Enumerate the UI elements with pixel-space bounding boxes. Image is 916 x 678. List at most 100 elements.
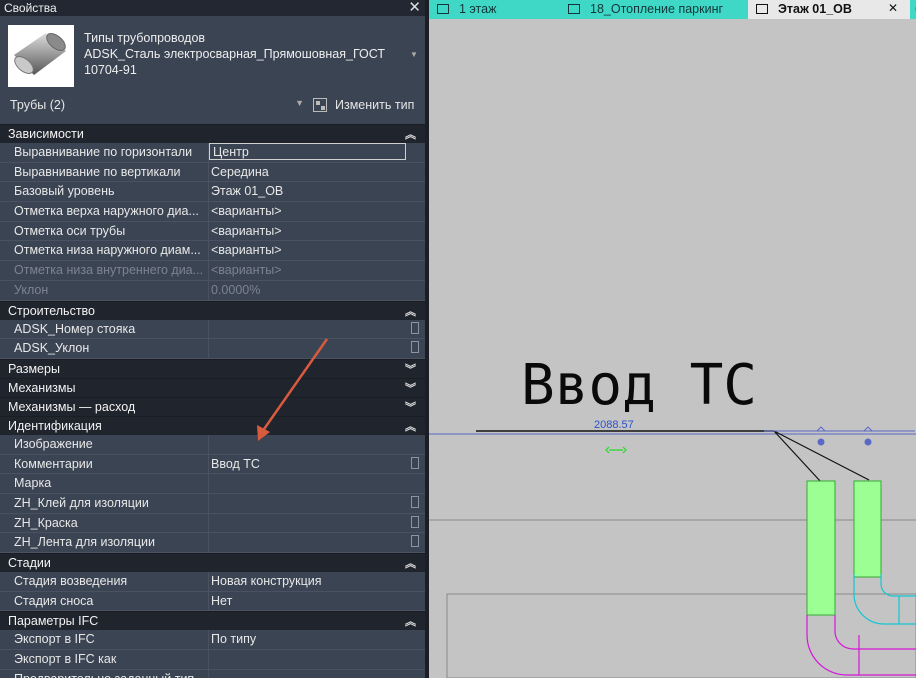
property-row[interactable]: Экспорт в IFC По типу: [0, 630, 425, 651]
section-title: Механизмы — расход: [8, 399, 136, 414]
section-header[interactable]: Параметры IFC ︽: [0, 611, 425, 631]
property-row[interactable]: Отметка низа наружного диам... <варианты>: [0, 241, 425, 262]
connector-icon[interactable]: [864, 438, 872, 446]
property-name: ZH_Лента для изоляции: [14, 535, 155, 550]
chevron-up-icon[interactable]: ︽: [405, 126, 416, 142]
chevron-down-icon[interactable]: ︾: [405, 399, 416, 415]
property-row[interactable]: Изображение: [0, 434, 425, 455]
section-header[interactable]: Механизмы — расход ︾: [0, 396, 425, 416]
annotation-text[interactable]: Ввод ТС: [521, 353, 757, 418]
property-row[interactable]: Отметка верха наружного диа... <варианты>: [0, 202, 425, 222]
property-name: Отметка низа наружного диам...: [14, 243, 201, 258]
property-value[interactable]: <варианты>: [211, 243, 401, 257]
property-row[interactable]: Комментарии Ввод ТС: [0, 454, 425, 475]
property-row[interactable]: ZH_Лента для изоляции: [0, 533, 425, 553]
chevron-up-icon[interactable]: ︽: [405, 303, 416, 319]
property-value[interactable]: <варианты>: [211, 204, 401, 218]
column-divider: [208, 241, 209, 261]
associate-parameter-button[interactable]: [411, 321, 419, 334]
property-value[interactable]: Ввод ТС: [211, 457, 401, 471]
section-header[interactable]: Идентификация ︽: [0, 415, 425, 435]
property-row[interactable]: ZH_Клей для изоляции: [0, 493, 425, 514]
associate-parameter-button[interactable]: [411, 495, 419, 508]
elevation-mark-icon: [816, 426, 873, 432]
instance-filter-dropdown[interactable]: Трубы (2) ▼: [6, 96, 306, 115]
edit-type-button[interactable]: Изменить тип: [313, 96, 421, 115]
associate-parameter-button[interactable]: [411, 341, 419, 354]
property-value[interactable]: По типу: [211, 632, 401, 646]
elbow-fitting[interactable]: [880, 574, 916, 624]
associate-parameter-button[interactable]: [411, 515, 419, 528]
dimension-text[interactable]: 2088.57: [594, 419, 634, 431]
section-header[interactable]: Зависимости ︽: [0, 124, 425, 143]
property-row[interactable]: Отметка оси трубы <варианты>: [0, 221, 425, 242]
property-row[interactable]: Марка: [0, 474, 425, 494]
property-row[interactable]: ADSK_Уклон: [0, 339, 425, 359]
property-row[interactable]: ADSK_Номер стояка: [0, 319, 425, 340]
property-row[interactable]: Экспорт в IFC как: [0, 650, 425, 670]
column-divider: [208, 650, 209, 669]
pipe-branch[interactable]: [773, 430, 822, 483]
property-value[interactable]: 0.0000%: [211, 283, 401, 297]
associate-parameter-button[interactable]: [411, 456, 419, 469]
view-tab[interactable]: 6: [910, 0, 916, 19]
property-value[interactable]: Середина: [211, 165, 401, 179]
connector-icon[interactable]: [817, 438, 825, 446]
flip-arrows-icon[interactable]: [605, 446, 627, 454]
property-value[interactable]: Нет: [211, 594, 401, 608]
chevron-down-icon[interactable]: ︾: [405, 361, 416, 377]
section-header[interactable]: Механизмы ︾: [0, 377, 425, 397]
close-tab-icon[interactable]: ✕: [888, 1, 898, 15]
drawing-canvas[interactable]: Ввод ТС 2088.57: [429, 19, 916, 678]
property-value[interactable]: Этаж 01_ОВ: [211, 184, 401, 198]
property-row[interactable]: Стадия возведения Новая конструкция: [0, 572, 425, 592]
chevron-down-icon: ▼: [295, 98, 304, 108]
property-value[interactable]: <варианты>: [211, 224, 401, 238]
chevron-down-icon[interactable]: ︾: [405, 380, 416, 396]
properties-grid: Зависимости ︽ Выравнивание по горизонтали Ц…: [0, 124, 425, 678]
property-row[interactable]: ZH_Краска: [0, 513, 425, 534]
properties-title: Свойства: [4, 1, 57, 15]
section-header[interactable]: Стадии ︽: [0, 553, 425, 572]
section-header[interactable]: Строительство ︽: [0, 300, 425, 320]
tab-label: 1 этаж: [459, 2, 497, 16]
wall-outline: [446, 593, 916, 678]
section-title: Размеры: [8, 361, 60, 376]
property-row[interactable]: Выравнивание по горизонтали Центр: [0, 143, 425, 163]
elbow-fitting[interactable]: [853, 574, 916, 625]
property-name: Базовый уровень: [14, 184, 115, 199]
chevron-up-icon[interactable]: ︽: [405, 555, 416, 571]
view-tab[interactable]: 1 этаж: [429, 0, 560, 19]
view-tab[interactable]: 18_Отопление паркинг: [560, 0, 748, 19]
associate-parameter-button[interactable]: [411, 535, 419, 548]
property-value[interactable]: Центр: [209, 143, 406, 160]
property-row[interactable]: Уклон 0.0000%: [0, 280, 425, 301]
edit-type-icon: [313, 98, 327, 112]
tab-label: 18_Отопление паркинг: [590, 2, 724, 16]
property-row[interactable]: Базовый уровень Этаж 01_ОВ: [0, 182, 425, 203]
property-name: ADSK_Уклон: [14, 341, 90, 356]
column-divider: [208, 261, 209, 280]
chevron-up-icon[interactable]: ︽: [405, 613, 416, 629]
pipe-branch[interactable]: [773, 430, 870, 481]
chevron-down-icon[interactable]: ▼: [410, 50, 418, 59]
property-value[interactable]: Новая конструкция: [211, 574, 401, 588]
property-row[interactable]: Выравнивание по вертикали Середина: [0, 162, 425, 183]
property-row[interactable]: Стадия сноса Нет: [0, 591, 425, 612]
column-divider: [208, 434, 209, 454]
pipe-segment[interactable]: [806, 480, 836, 616]
property-name: Стадия сноса: [14, 593, 94, 608]
property-row[interactable]: Отметка низа внутреннего диа... <варианты…: [0, 261, 425, 281]
pipe-segment[interactable]: [853, 480, 882, 578]
property-value[interactable]: <варианты>: [211, 263, 401, 277]
view-tab[interactable]: Этаж 01_ОВ ✕: [748, 0, 910, 19]
drawing-viewport[interactable]: 1 этаж 18_Отопление паркинг Этаж 01_ОВ ✕ 6 В…: [429, 0, 916, 678]
chevron-up-icon[interactable]: ︽: [405, 418, 416, 434]
close-icon[interactable]: ✕: [408, 0, 421, 16]
property-name: Отметка низа внутреннего диа...: [14, 263, 202, 278]
property-name: Выравнивание по горизонтали: [14, 145, 193, 159]
column-divider: [208, 493, 209, 513]
section-header[interactable]: Размеры ︾: [0, 358, 425, 378]
property-row[interactable]: Предварительно заданный тип ...: [0, 669, 425, 678]
column-divider: [208, 221, 209, 241]
